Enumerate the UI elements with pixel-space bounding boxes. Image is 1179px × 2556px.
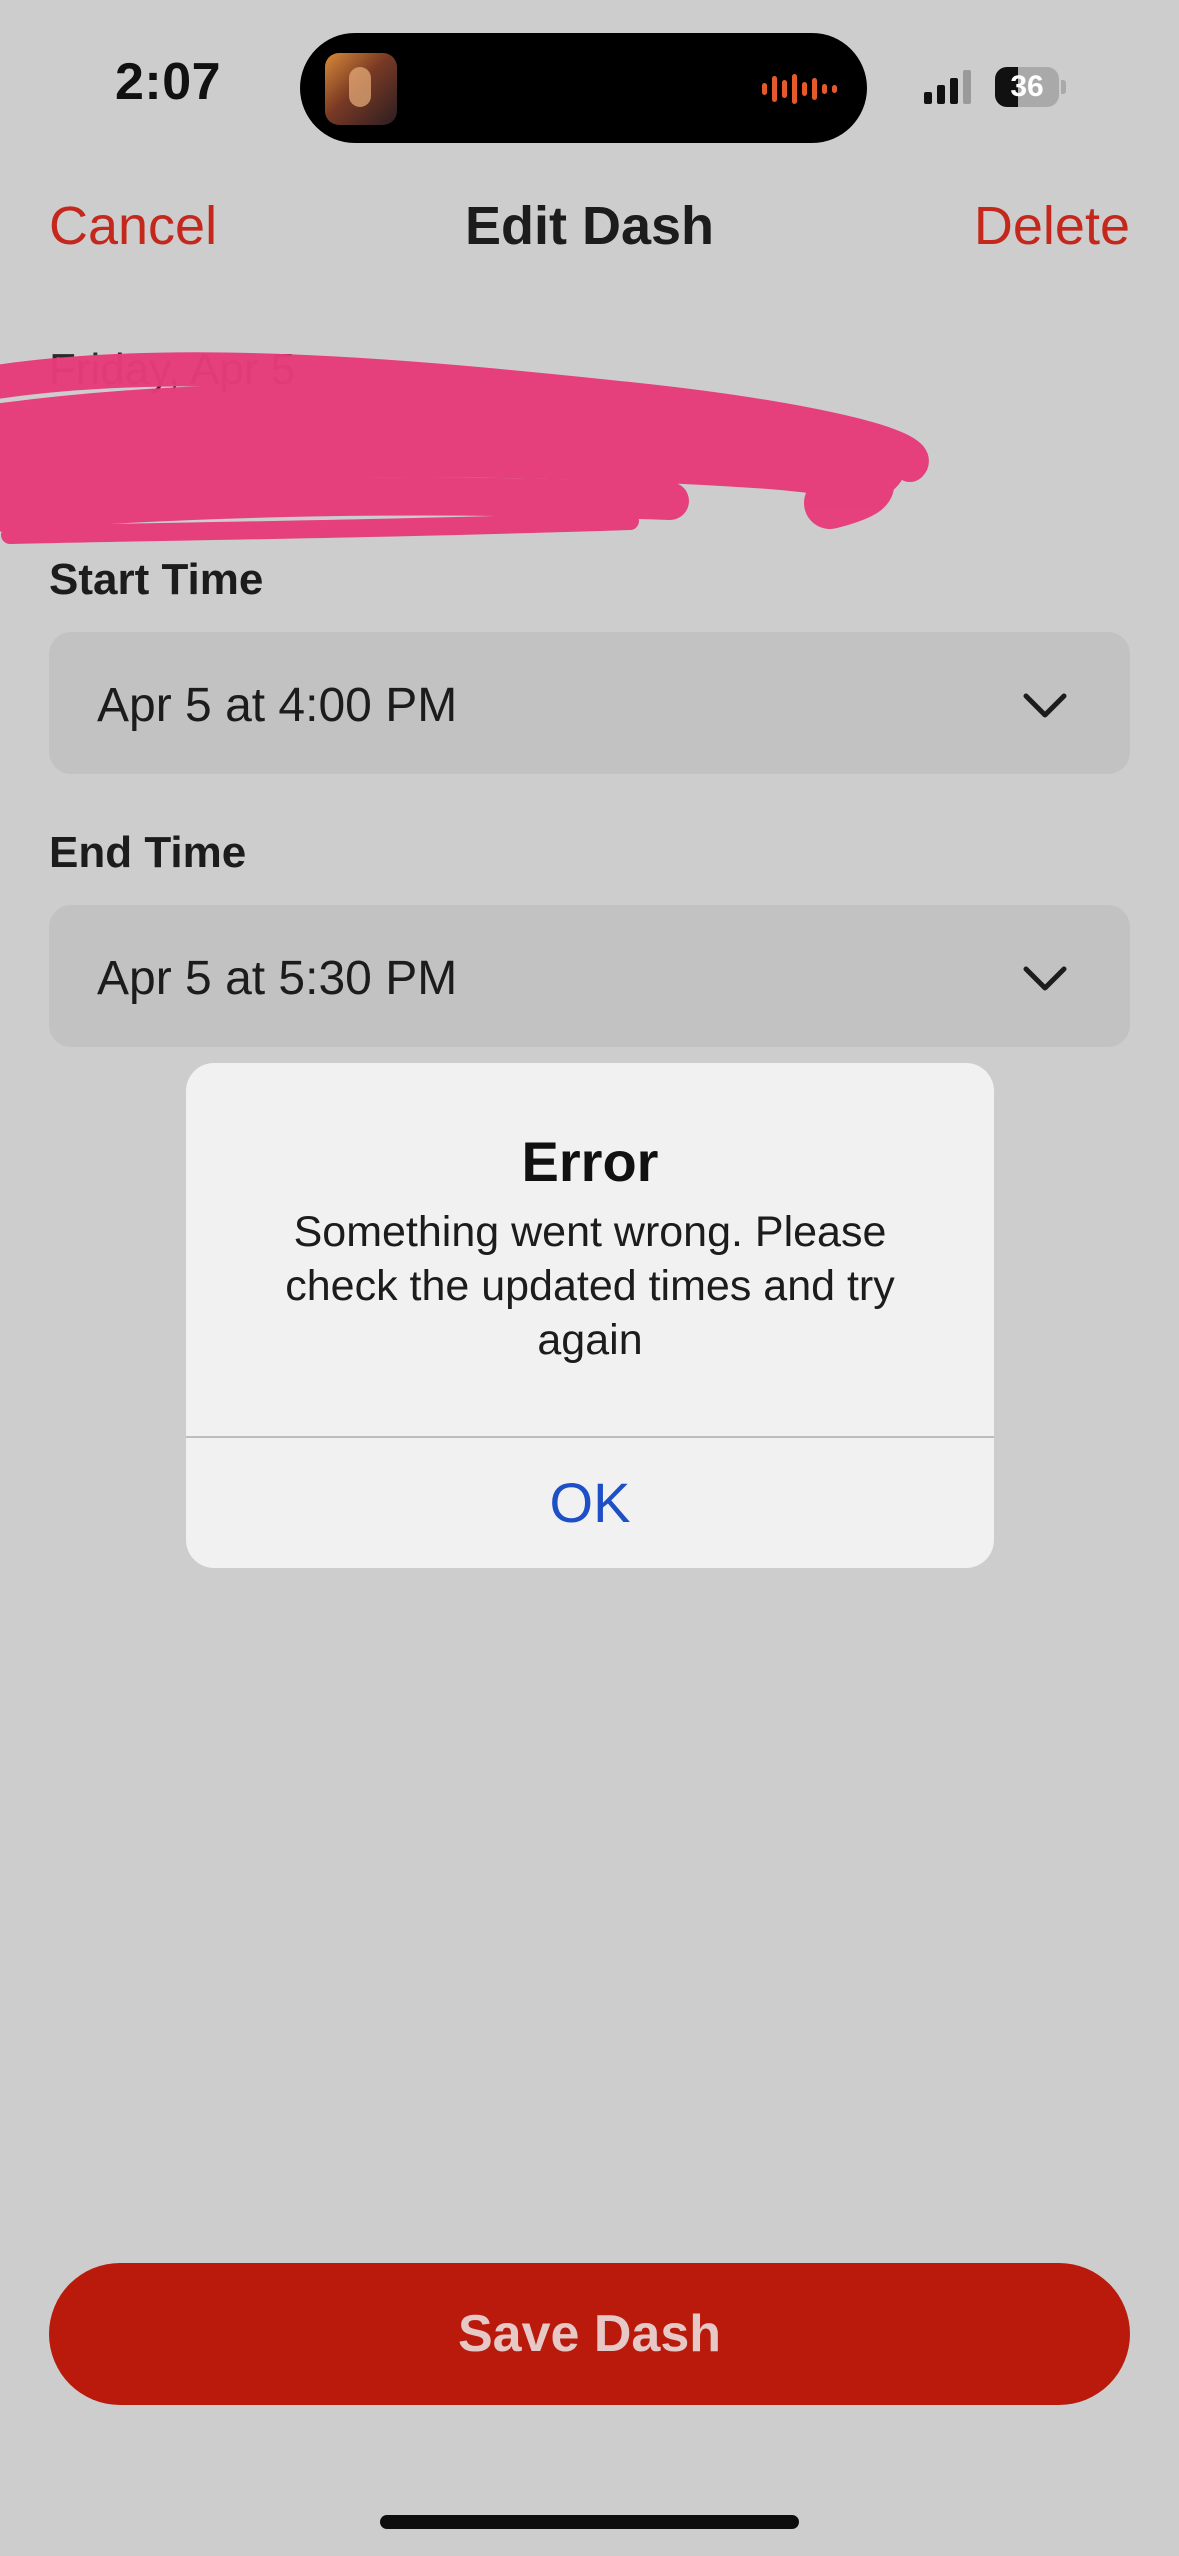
delete-button[interactable]: Delete [974, 195, 1130, 257]
end-time-label: End Time [49, 828, 247, 877]
start-time-label: Start Time [49, 555, 264, 604]
error-alert-dialog: Error Something went wrong. Please check… [186, 1063, 994, 1568]
cellular-signal-icon [924, 70, 971, 104]
end-time-value: Apr 5 at 5:30 PM [97, 952, 458, 1005]
now-playing-artwork [325, 53, 397, 125]
end-time-dropdown[interactable]: Apr 5 at 5:30 PM [49, 905, 1130, 1047]
battery-percentage: 36 [1010, 70, 1044, 103]
ok-button[interactable]: OK [186, 1438, 994, 1568]
status-time: 2:07 [115, 53, 222, 111]
battery-icon: 36 [995, 67, 1067, 107]
home-indicator[interactable] [380, 2515, 799, 2529]
start-time-value: Apr 5 at 4:00 PM [97, 679, 458, 732]
alert-title: Error [521, 1130, 659, 1193]
cancel-button[interactable]: Cancel [49, 195, 217, 257]
dynamic-island[interactable] [300, 33, 867, 143]
audio-waveform-icon [762, 73, 837, 105]
alert-message: Something went wrong. Please check the u… [285, 1208, 895, 1364]
save-dash-button[interactable]: Save Dash [49, 2263, 1130, 2405]
chevron-down-icon [1023, 966, 1067, 991]
start-time-dropdown[interactable]: Apr 5 at 4:00 PM [49, 632, 1130, 774]
chevron-down-icon [1023, 693, 1067, 718]
redaction-scribble [0, 352, 929, 544]
